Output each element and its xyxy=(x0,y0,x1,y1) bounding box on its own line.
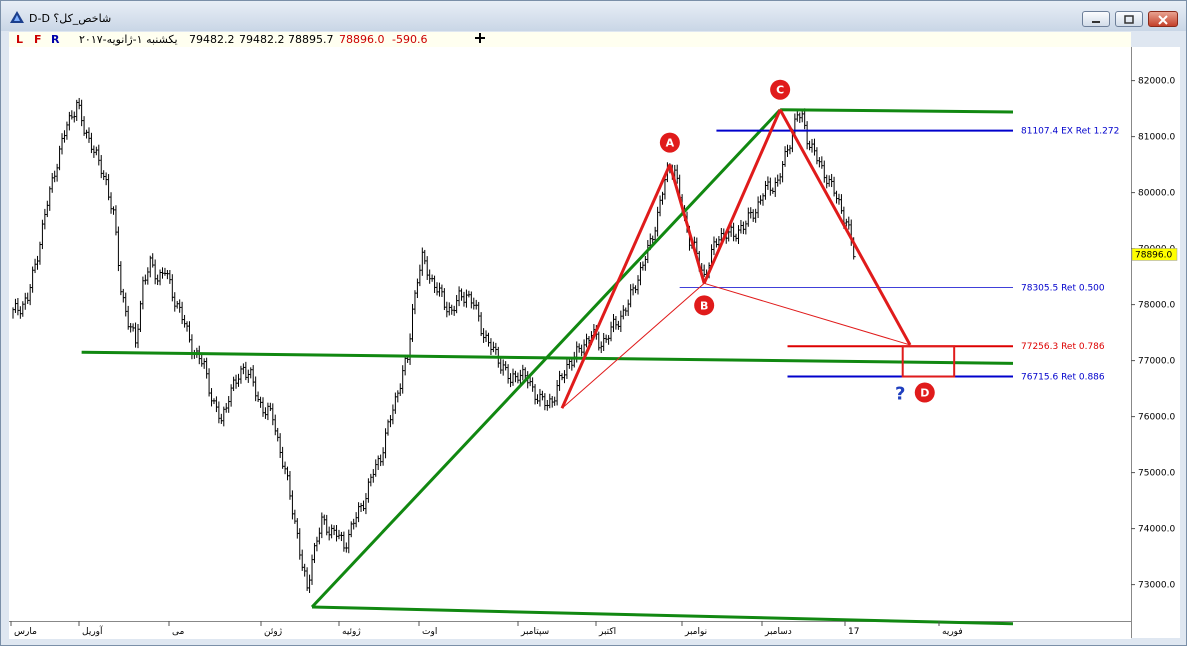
fib-level-label: 76715.6 Ret 0.886 xyxy=(1021,373,1105,383)
close-icon xyxy=(1158,15,1168,25)
pattern-point-label: D xyxy=(920,387,929,400)
pattern-point-label: A xyxy=(666,137,675,150)
quote-close: 78896.0 xyxy=(339,33,385,46)
quote-date: یکشنبه ۱-ژانویه-۲۰۱۷ xyxy=(79,33,178,46)
x-tick-label: آوریل xyxy=(82,625,103,637)
pattern-point-label: C xyxy=(776,84,784,97)
pattern-xb-line[interactable] xyxy=(561,282,705,409)
fib-level-label: 78305.5 Ret 0.500 xyxy=(1021,283,1105,293)
toolbar-button-l[interactable]: L xyxy=(16,33,23,46)
x-tick-label: فوریه xyxy=(942,627,963,637)
window-title: D-D شاخص_کل؟ xyxy=(29,12,112,25)
y-tick-label: 80000.0 xyxy=(1138,189,1175,199)
price-chart[interactable]: 81107.4 EX Ret 1.272 78305.5 Ret 0.500 772… xyxy=(9,47,1179,639)
x-tick-label: نوامبر xyxy=(684,627,707,637)
pattern-bd-line[interactable] xyxy=(704,282,911,346)
chart-window: D-D شاخص_کل؟ L F R یکشنبه ۱-ژانویه-۲۰۱۷ … xyxy=(0,0,1187,646)
toolbar-button-f[interactable]: F xyxy=(34,33,42,46)
x-tick-label: مارس xyxy=(14,627,37,637)
pattern-leg[interactable] xyxy=(668,164,706,284)
trendline[interactable] xyxy=(311,605,1014,626)
pattern-leg[interactable] xyxy=(560,163,672,409)
y-tick-label: 76000.0 xyxy=(1138,413,1175,423)
app-icon xyxy=(10,11,24,23)
quote-change: -590.6 xyxy=(392,33,428,46)
quote-bar: L F R یکشنبه ۱-ژانویه-۲۰۱۷ 79482.2 79482… xyxy=(9,32,1131,48)
x-tick-label: 17 xyxy=(848,627,859,637)
fib-level-label: 77256.3 Ret 0.786 xyxy=(1021,342,1105,352)
y-tick-label: 77000.0 xyxy=(1138,357,1175,367)
y-tick-label: 78000.0 xyxy=(1138,301,1175,311)
x-tick-label: ژوئن xyxy=(264,627,282,637)
trendline[interactable] xyxy=(780,108,1014,114)
last-price-label: 78896.0 xyxy=(1135,250,1172,260)
unknown-marker: ? xyxy=(895,384,905,405)
fib-level-label: 81107.4 EX Ret 1.272 xyxy=(1021,127,1119,137)
x-tick-label: اوت xyxy=(422,627,437,637)
title-bar[interactable]: D-D شاخص_کل؟ xyxy=(1,1,1186,31)
x-tick-label: سپتامبر xyxy=(520,627,549,637)
y-tick-label: 75000.0 xyxy=(1138,469,1175,479)
pattern-leg[interactable] xyxy=(702,109,782,284)
pattern-leg[interactable] xyxy=(778,108,912,346)
maximize-button[interactable] xyxy=(1115,11,1143,27)
minimize-icon xyxy=(1092,21,1100,23)
crosshair-icon xyxy=(475,33,485,43)
quote-high: 79482.2 xyxy=(239,33,285,46)
x-tick-label: می xyxy=(172,627,185,637)
maximize-icon xyxy=(1124,15,1134,24)
quote-open: 79482.2 xyxy=(189,33,235,46)
x-tick-label: ژوئیه xyxy=(342,627,361,637)
y-tick-label: 82000.0 xyxy=(1138,77,1175,87)
y-tick-label: 81000.0 xyxy=(1138,133,1175,143)
y-tick-label: 73000.0 xyxy=(1138,581,1175,591)
pattern-point-label: B xyxy=(700,299,708,312)
close-button[interactable] xyxy=(1148,11,1178,27)
minimize-button[interactable] xyxy=(1082,11,1110,27)
x-tick-label: اکتبر xyxy=(598,627,616,637)
quote-low: 78895.7 xyxy=(288,33,334,46)
toolbar-button-r[interactable]: R xyxy=(51,33,59,46)
crosshair-button[interactable] xyxy=(473,31,487,45)
x-tick-label: دسامبر xyxy=(764,627,792,637)
trendline[interactable] xyxy=(81,350,1014,365)
y-tick-label: 74000.0 xyxy=(1138,525,1175,535)
